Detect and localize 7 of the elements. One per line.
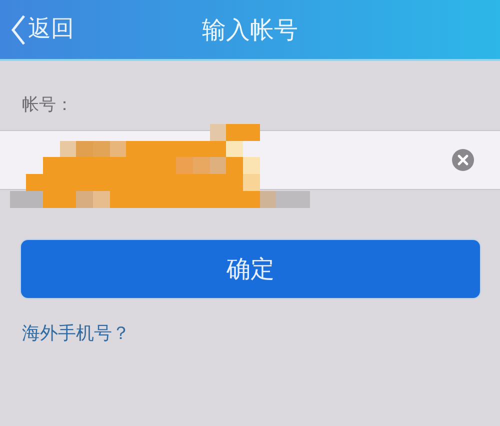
overseas-phone-link[interactable]: 海外手机号？	[22, 320, 130, 346]
back-button[interactable]: 返回	[0, 0, 74, 59]
page-title: 输入帐号	[202, 14, 298, 46]
back-chevron-icon	[10, 14, 26, 46]
confirm-button[interactable]: 确定	[21, 240, 480, 298]
field-label: 帐号：	[22, 94, 73, 117]
clear-icon[interactable]	[452, 148, 474, 170]
